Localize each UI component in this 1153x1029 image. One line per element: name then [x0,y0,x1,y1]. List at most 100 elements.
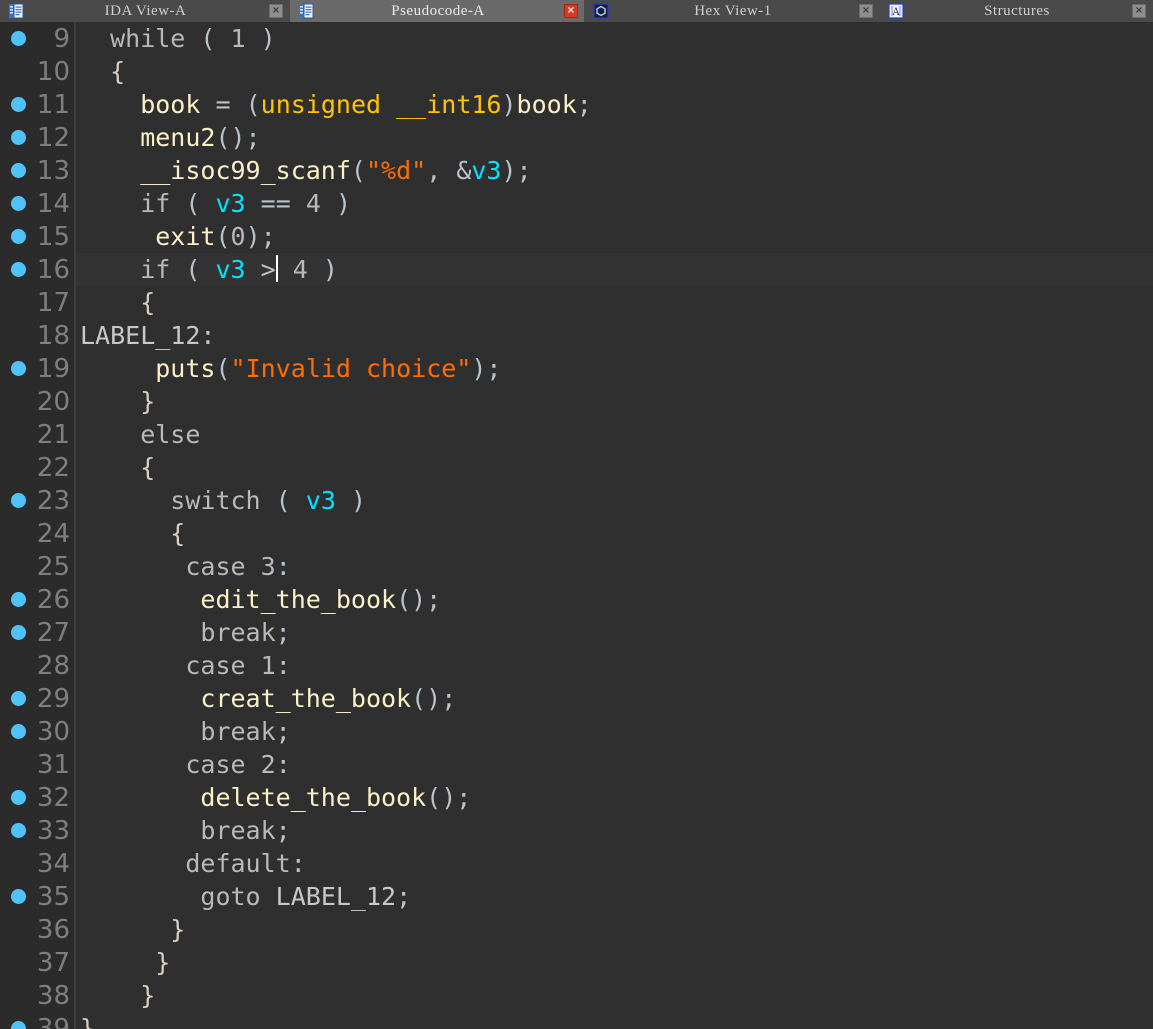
code-line[interactable]: 18 LABEL_12: [0,319,1153,352]
breakpoint-dot-icon[interactable] [11,130,26,145]
code-token-label[interactable]: LABEL_12 [276,880,396,913]
code-text[interactable]: switch ( v3 ) [76,484,1153,517]
breakpoint-dot-icon[interactable] [11,790,26,805]
code-token-fn[interactable]: creat_the_book [200,682,411,715]
code-text[interactable]: menu2 (); [76,121,1153,154]
line-gutter[interactable]: 38 [0,979,76,1012]
code-line[interactable]: 33 break; [0,814,1153,847]
code-line[interactable]: 38} [0,979,1153,1012]
line-gutter[interactable]: 30 [0,715,76,748]
code-text[interactable]: break; [76,616,1153,649]
breakpoint-dot-icon[interactable] [11,97,26,112]
close-icon[interactable]: × [1132,4,1146,18]
code-text[interactable]: else [76,418,1153,451]
code-line[interactable]: 24 { [0,517,1153,550]
close-icon[interactable]: × [269,4,283,18]
pseudocode-editor[interactable]: 9 while ( 1 ) 10{11 book = (unsigned __int1… [0,22,1153,1029]
code-text[interactable]: delete_the_book (); [76,781,1153,814]
line-gutter[interactable]: 15 [0,220,76,253]
code-text[interactable]: default: [76,847,1153,880]
code-text[interactable]: case 3: [76,550,1153,583]
code-line[interactable]: 39} [0,1012,1153,1029]
code-line[interactable]: 28 case 1: [0,649,1153,682]
breakpoint-dot-icon[interactable] [11,1021,26,1029]
code-line[interactable]: 35 goto LABEL_12; [0,880,1153,913]
line-gutter[interactable]: 25 [0,550,76,583]
line-gutter[interactable]: 9 [0,22,76,55]
breakpoint-dot-icon[interactable] [11,361,26,376]
code-line[interactable]: 10 { [0,55,1153,88]
code-line[interactable]: 21 else [0,418,1153,451]
tab-structures[interactable]: A Structures × [880,0,1153,22]
line-gutter[interactable]: 28 [0,649,76,682]
code-line[interactable]: 16 if ( v3 > 4 ) [0,253,1153,286]
code-text[interactable]: } [76,385,1153,418]
tab-hex-view-1[interactable]: Hex View-1 × [585,0,880,22]
line-gutter[interactable]: 34 [0,847,76,880]
code-text[interactable]: break; [76,814,1153,847]
line-gutter[interactable]: 13 [0,154,76,187]
code-line[interactable]: 14 if ( v3 == 4 ) [0,187,1153,220]
code-line[interactable]: 15 exit(0); [0,220,1153,253]
line-gutter[interactable]: 35 [0,880,76,913]
line-gutter[interactable]: 31 [0,748,76,781]
code-text[interactable]: book = (unsigned __int16) book; [76,88,1153,121]
line-gutter[interactable]: 29 [0,682,76,715]
code-token-fn[interactable]: __isoc99_scanf [140,154,351,187]
tab-pseudocode-a[interactable]: Pseudocode-A × [290,0,585,22]
code-token-var[interactable]: v3 [215,253,245,286]
code-line[interactable]: 25 case 3: [0,550,1153,583]
breakpoint-dot-icon[interactable] [11,724,26,739]
breakpoint-dot-icon[interactable] [11,493,26,508]
code-line[interactable]: 29 creat_the_book (); [0,682,1153,715]
line-gutter[interactable]: 23 [0,484,76,517]
line-gutter[interactable]: 24 [0,517,76,550]
breakpoint-dot-icon[interactable] [11,262,26,277]
line-gutter[interactable]: 37 [0,946,76,979]
line-gutter[interactable]: 33 [0,814,76,847]
breakpoint-dot-icon[interactable] [11,31,26,46]
code-token-var[interactable]: v3 [215,187,245,220]
line-gutter[interactable]: 10 [0,55,76,88]
code-text[interactable]: { [76,286,1153,319]
code-text[interactable]: creat_the_book (); [76,682,1153,715]
code-text[interactable]: if ( v3 > 4 ) [76,253,1153,286]
code-line[interactable]: 26 edit_the_book (); [0,583,1153,616]
line-gutter[interactable]: 36 [0,913,76,946]
line-gutter[interactable]: 22 [0,451,76,484]
code-text[interactable]: while ( 1 ) [76,22,1153,55]
line-gutter[interactable]: 27 [0,616,76,649]
code-text[interactable]: goto LABEL_12; [76,880,1153,913]
tab-ida-view-a[interactable]: IDA View-A × [0,0,290,22]
code-line[interactable]: 12 menu2 (); [0,121,1153,154]
code-text[interactable]: } [76,946,1153,979]
code-text[interactable]: { [76,517,1153,550]
code-token-fn[interactable]: delete_the_book [200,781,426,814]
code-text[interactable]: break; [76,715,1153,748]
code-text[interactable]: } [76,913,1153,946]
code-token-fn[interactable]: book [140,88,200,121]
code-line[interactable]: 11 book = (unsigned __int16) book; [0,88,1153,121]
breakpoint-dot-icon[interactable] [11,196,26,211]
line-gutter[interactable]: 12 [0,121,76,154]
code-text[interactable]: case 2: [76,748,1153,781]
code-text[interactable]: { [76,451,1153,484]
breakpoint-dot-icon[interactable] [11,823,26,838]
breakpoint-dot-icon[interactable] [11,625,26,640]
close-icon[interactable]: × [859,4,873,18]
line-gutter[interactable]: 20 [0,385,76,418]
line-gutter[interactable]: 19 [0,352,76,385]
code-line[interactable]: 27 break; [0,616,1153,649]
code-line[interactable]: 17 { [0,286,1153,319]
breakpoint-dot-icon[interactable] [11,691,26,706]
code-line[interactable]: 23 switch ( v3 ) [0,484,1153,517]
line-gutter[interactable]: 14 [0,187,76,220]
line-gutter[interactable]: 32 [0,781,76,814]
code-line[interactable]: 31 case 2: [0,748,1153,781]
code-text[interactable]: LABEL_12: [76,319,1153,352]
code-token-var[interactable]: v3 [471,154,501,187]
line-gutter[interactable]: 17 [0,286,76,319]
code-token-var[interactable]: v3 [306,484,336,517]
line-gutter[interactable]: 16 [0,253,76,286]
code-line[interactable]: 32 delete_the_book (); [0,781,1153,814]
